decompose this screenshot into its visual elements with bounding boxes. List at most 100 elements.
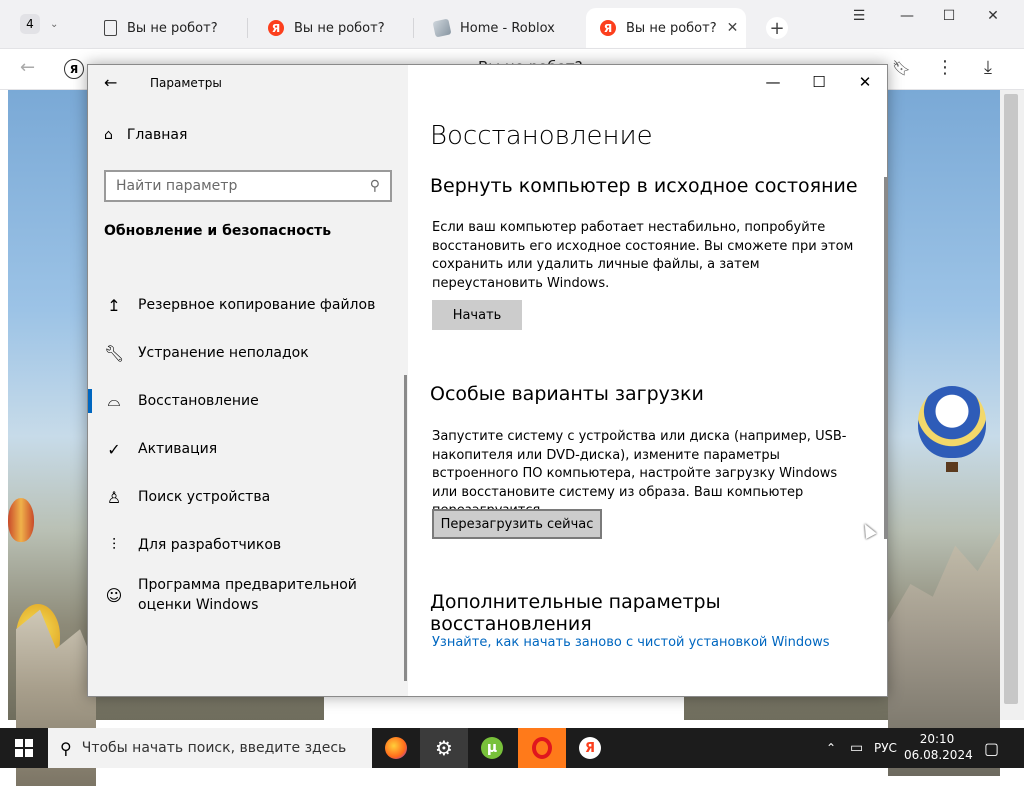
home-icon: ⌂ [104, 127, 113, 143]
taskbar-clock[interactable]: 20:10 06.08.2024 [904, 731, 973, 763]
clean-install-link[interactable]: Узнайте, как начать заново с чистой уста… [432, 635, 830, 650]
settings-window: ← Параметры ⌂ Главная Найти параметр ⚲ О… [87, 64, 888, 697]
taskbar-app-opera[interactable] [518, 728, 566, 768]
sidebar-item-troubleshoot[interactable]: 🔧︎ Устранение неполадок [88, 331, 404, 375]
tab-label: Вы не робот? [127, 20, 218, 36]
new-tab-button[interactable]: + [766, 17, 788, 39]
more-heading: Дополнительные параметры восстановления [430, 591, 721, 635]
reset-heading: Вернуть компьютер в исходное состояние [430, 175, 858, 197]
check-circle-icon: ✓ [107, 439, 121, 459]
tab-label: Вы не робот? [626, 20, 717, 36]
search-placeholder: Найти параметр [116, 178, 238, 194]
clock-time: 20:10 [919, 732, 955, 746]
wrench-icon: 🔧︎ [104, 343, 125, 363]
boot-heading: Особые варианты загрузки [430, 383, 704, 405]
sidebar-item-find-device[interactable]: ♙ Поиск устройства [88, 475, 404, 519]
restart-now-button[interactable]: Перезагрузить сейчас [432, 509, 602, 539]
roblox-icon [432, 18, 452, 38]
reset-description: Если ваш компьютер работает нестабильно,… [432, 220, 854, 291]
page-title: Восстановление [430, 121, 653, 151]
sidebar-item-label: Восстановление [138, 393, 259, 409]
nav-home[interactable]: ⌂ Главная [104, 127, 187, 143]
insider-cat-icon: ☺ [105, 585, 123, 605]
search-icon: ⚲ [60, 738, 72, 758]
hot-air-balloon [8, 498, 34, 542]
recovery-icon: ⌓ [107, 391, 121, 410]
tab-separator [413, 18, 414, 38]
tab-count-button[interactable]: 4 ⌄ [10, 12, 66, 36]
yandex-icon: Я [600, 20, 616, 36]
search-icon: ⚲ [369, 178, 380, 194]
reset-start-button[interactable]: Начать [432, 300, 522, 330]
sidebar-item-activation[interactable]: ✓ Активация [88, 427, 404, 471]
notifications-icon[interactable]: ▢ [984, 728, 999, 768]
tab-separator [247, 18, 248, 38]
page-scrollbar-thumb[interactable] [1004, 94, 1018, 704]
browser-maximize-button[interactable]: ☐ [934, 8, 964, 24]
doc-icon [104, 20, 117, 36]
browser-tab-bar: 4 ⌄ Вы не робот? Я Вы не робот? Home - R… [0, 0, 1024, 49]
settings-search-input[interactable]: Найти параметр ⚲ [104, 170, 392, 202]
sidebar-item-insider[interactable]: ☺ Программа предварительной оценки Windo… [88, 567, 404, 623]
hot-air-balloon [918, 386, 986, 472]
tab-label: Вы не робот? [294, 20, 385, 36]
firefox-icon [385, 737, 407, 759]
more-menu-icon[interactable]: ⋮ [936, 57, 954, 78]
download-icon[interactable]: ⤓ [984, 57, 992, 78]
taskbar-search-placeholder: Чтобы начать поиск, введите здесь [81, 740, 347, 756]
browser-tab-4-active[interactable]: Я Вы не робот? ✕ [586, 8, 746, 48]
utorrent-icon: µ [481, 737, 503, 759]
taskbar-app-firefox[interactable] [372, 728, 420, 768]
yandex-logo-icon[interactable]: Я [64, 59, 84, 79]
network-icon[interactable]: ▭ [850, 728, 863, 768]
browser-menu-icon[interactable]: ☰ [844, 8, 874, 24]
opera-icon [532, 737, 552, 759]
sidebar-item-label: Резервное копирование файлов [138, 297, 376, 313]
back-arrow-icon[interactable]: ← [20, 57, 35, 78]
page-scrollbar[interactable] [1000, 90, 1024, 720]
nav-home-label: Главная [126, 127, 188, 143]
chevron-up-icon[interactable]: ⌃ [826, 728, 836, 768]
sidebar-item-backup[interactable]: ↥ Резервное копирование файлов [88, 283, 404, 327]
bookmark-icon[interactable]: 🔖︎ [892, 59, 911, 77]
mouse-cursor-icon [859, 521, 877, 539]
windows-logo-icon [15, 739, 33, 757]
sidebar-item-label: Активация [138, 441, 218, 457]
yandex-browser-icon: Я [579, 737, 601, 759]
taskbar-app-utorrent[interactable]: µ [468, 728, 516, 768]
app-title: Параметры [150, 76, 222, 90]
browser-close-button[interactable]: ✕ [978, 8, 1008, 24]
start-button[interactable] [0, 728, 48, 768]
clock-date: 06.08.2024 [904, 748, 973, 762]
boot-description: Запустите систему с устройства или диска… [432, 429, 847, 518]
close-tab-icon[interactable]: ✕ [727, 20, 739, 36]
tab-label: Home - Roblox [460, 20, 555, 36]
page-content-strip [324, 696, 684, 720]
tab-count: 4 [20, 14, 40, 34]
sidebar-item-label: Для разработчиков [138, 537, 282, 553]
chevron-down-icon: ⌄ [50, 18, 59, 30]
developer-icon: ⫶ [111, 535, 116, 554]
content-scrollbar[interactable] [884, 177, 887, 539]
person-pin-icon: ♙ [106, 487, 122, 507]
taskbar-app-settings[interactable]: ⚙ [420, 728, 468, 768]
back-arrow-icon[interactable]: ← [104, 73, 117, 92]
sidebar-scrollbar[interactable] [404, 375, 407, 681]
language-indicator[interactable]: РУС [874, 728, 897, 768]
sidebar-item-label: Поиск устройства [138, 489, 271, 505]
sidebar-item-recovery[interactable]: ⌓ Восстановление [88, 379, 404, 423]
settings-gear-icon: ⚙ [435, 736, 453, 760]
browser-tab-2[interactable]: Я Вы не робот? [254, 8, 414, 48]
sidebar-item-label: Устранение неполадок [138, 345, 309, 361]
sidebar-item-label: Программа предварительной оценки Windows [138, 577, 357, 613]
yandex-icon: Я [268, 20, 284, 36]
browser-minimize-button[interactable]: — [892, 8, 922, 24]
taskbar-app-yandex-browser[interactable]: Я [566, 728, 614, 768]
browser-tab-3[interactable]: Home - Roblox [420, 8, 580, 48]
taskbar-search-box[interactable]: ⚲ Чтобы начать поиск, введите здесь [48, 728, 372, 768]
browser-tab-1[interactable]: Вы не робот? [88, 8, 248, 48]
sidebar-item-developers[interactable]: ⫶ Для разработчиков [88, 523, 404, 567]
settings-sidebar: ← Параметры ⌂ Главная Найти параметр ⚲ О… [88, 65, 408, 696]
nav-section-title: Обновление и безопасность [104, 223, 332, 239]
settings-content: Восстановление Вернуть компьютер в исход… [430, 65, 880, 696]
